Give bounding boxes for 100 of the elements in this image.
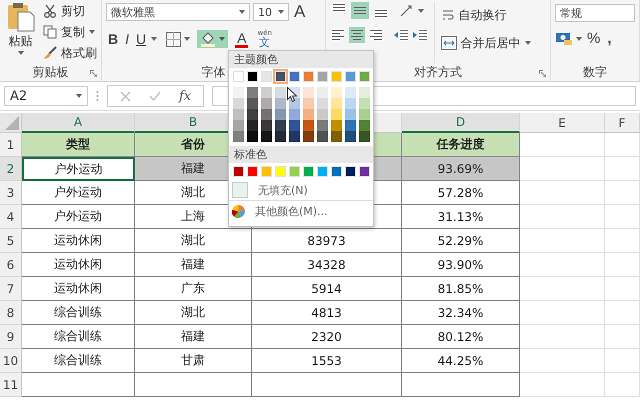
- color-swatch[interactable]: [247, 87, 258, 98]
- color-swatch[interactable]: [247, 109, 258, 120]
- row-header[interactable]: 10: [0, 349, 22, 373]
- comma-button[interactable]: ,: [605, 30, 614, 47]
- color-swatch[interactable]: [345, 71, 356, 82]
- color-swatch[interactable]: [247, 131, 258, 142]
- color-swatch[interactable]: [317, 71, 328, 82]
- column-header[interactable]: D: [402, 113, 520, 133]
- color-swatch[interactable]: [233, 71, 244, 82]
- color-swatch[interactable]: [331, 166, 342, 177]
- color-swatch[interactable]: [359, 71, 370, 82]
- align-button[interactable]: [330, 27, 346, 43]
- color-swatch[interactable]: [289, 120, 300, 131]
- percent-button[interactable]: %: [585, 30, 602, 47]
- color-swatch[interactable]: [359, 109, 370, 120]
- orientation-icon[interactable]: [398, 4, 414, 18]
- row-header[interactable]: 7: [0, 277, 22, 301]
- wrap-text-button[interactable]: 自动换行: [440, 6, 530, 24]
- color-swatch[interactable]: [303, 98, 314, 109]
- color-swatch[interactable]: [289, 166, 300, 177]
- check-icon[interactable]: [149, 91, 161, 101]
- color-swatch[interactable]: [317, 98, 328, 109]
- color-swatch[interactable]: [275, 109, 286, 120]
- color-swatch[interactable]: [275, 131, 286, 142]
- row-header[interactable]: 11: [0, 373, 22, 397]
- currency-icon[interactable]: [555, 32, 573, 46]
- color-swatch[interactable]: [247, 98, 258, 109]
- color-swatch[interactable]: [345, 120, 356, 131]
- color-swatch[interactable]: [303, 166, 314, 177]
- number-format-field[interactable]: 常规: [555, 4, 635, 22]
- more-colors-item[interactable]: 其他颜色(M)...: [229, 200, 373, 221]
- color-swatch[interactable]: [275, 98, 286, 109]
- name-box[interactable]: A2: [4, 86, 88, 106]
- italic-button[interactable]: I: [123, 31, 132, 47]
- merge-center-button[interactable]: 合并后居中: [440, 34, 530, 52]
- bold-button[interactable]: B: [106, 31, 120, 47]
- column-header[interactable]: E: [520, 113, 605, 133]
- row-header[interactable]: 9: [0, 325, 22, 349]
- increase-indent-icon[interactable]: [412, 27, 428, 43]
- color-swatch[interactable]: [317, 131, 328, 142]
- color-swatch[interactable]: [317, 87, 328, 98]
- color-swatch[interactable]: [331, 131, 342, 142]
- color-swatch[interactable]: [359, 166, 370, 177]
- color-swatch[interactable]: [331, 87, 342, 98]
- color-swatch[interactable]: [261, 71, 272, 82]
- color-swatch[interactable]: [303, 131, 314, 142]
- select-all-corner[interactable]: [0, 113, 22, 133]
- row-header[interactable]: 3: [0, 181, 22, 205]
- align-button[interactable]: [348, 27, 364, 43]
- cut-button[interactable]: 剪切: [43, 2, 97, 20]
- color-swatch[interactable]: [345, 87, 356, 98]
- color-swatch[interactable]: [359, 87, 370, 98]
- color-swatch[interactable]: [261, 131, 272, 142]
- color-swatch[interactable]: [233, 98, 244, 109]
- column-header[interactable]: F: [605, 113, 640, 133]
- color-swatch[interactable]: [345, 166, 356, 177]
- format-painter-button[interactable]: 格式刷: [43, 44, 97, 62]
- color-swatch[interactable]: [289, 71, 300, 82]
- color-swatch[interactable]: [345, 109, 356, 120]
- color-swatch[interactable]: [331, 120, 342, 131]
- row-header[interactable]: 2: [0, 157, 22, 181]
- row-header[interactable]: 5: [0, 229, 22, 253]
- color-swatch[interactable]: [359, 98, 370, 109]
- align-button[interactable]: [350, 2, 368, 19]
- borders-icon[interactable]: [166, 32, 182, 46]
- color-swatch[interactable]: [233, 131, 244, 142]
- color-swatch[interactable]: [247, 166, 258, 177]
- color-swatch[interactable]: [233, 109, 244, 120]
- color-swatch[interactable]: [247, 120, 258, 131]
- copy-button[interactable]: 复制: [43, 23, 97, 41]
- cancel-icon[interactable]: [120, 90, 131, 102]
- font-size-field[interactable]: 10: [253, 3, 289, 21]
- color-swatch[interactable]: [317, 166, 328, 177]
- color-swatch[interactable]: [261, 120, 272, 131]
- color-swatch[interactable]: [359, 131, 370, 142]
- color-swatch[interactable]: [345, 131, 356, 142]
- decrease-indent-icon[interactable]: [392, 27, 408, 43]
- color-swatch[interactable]: [303, 71, 314, 82]
- color-swatch[interactable]: [303, 120, 314, 131]
- paste-button[interactable]: 粘贴: [4, 2, 37, 63]
- row-header[interactable]: 4: [0, 205, 22, 229]
- color-swatch[interactable]: [331, 71, 342, 82]
- underline-button[interactable]: U: [134, 31, 148, 47]
- color-swatch[interactable]: [331, 98, 342, 109]
- row-header[interactable]: 1: [0, 133, 22, 157]
- color-swatch[interactable]: [233, 166, 244, 177]
- color-swatch[interactable]: [275, 120, 286, 131]
- color-swatch[interactable]: [275, 71, 286, 82]
- color-swatch[interactable]: [359, 120, 370, 131]
- grow-font-button[interactable]: A: [292, 2, 308, 22]
- color-swatch[interactable]: [261, 166, 272, 177]
- color-swatch[interactable]: [303, 87, 314, 98]
- fill-color-button[interactable]: [197, 30, 228, 48]
- color-swatch[interactable]: [317, 109, 328, 120]
- color-swatch[interactable]: [233, 120, 244, 131]
- column-header[interactable]: A: [22, 113, 135, 133]
- color-swatch[interactable]: [289, 131, 300, 142]
- color-swatch[interactable]: [317, 120, 328, 131]
- color-swatch[interactable]: [345, 98, 356, 109]
- row-header[interactable]: 6: [0, 253, 22, 277]
